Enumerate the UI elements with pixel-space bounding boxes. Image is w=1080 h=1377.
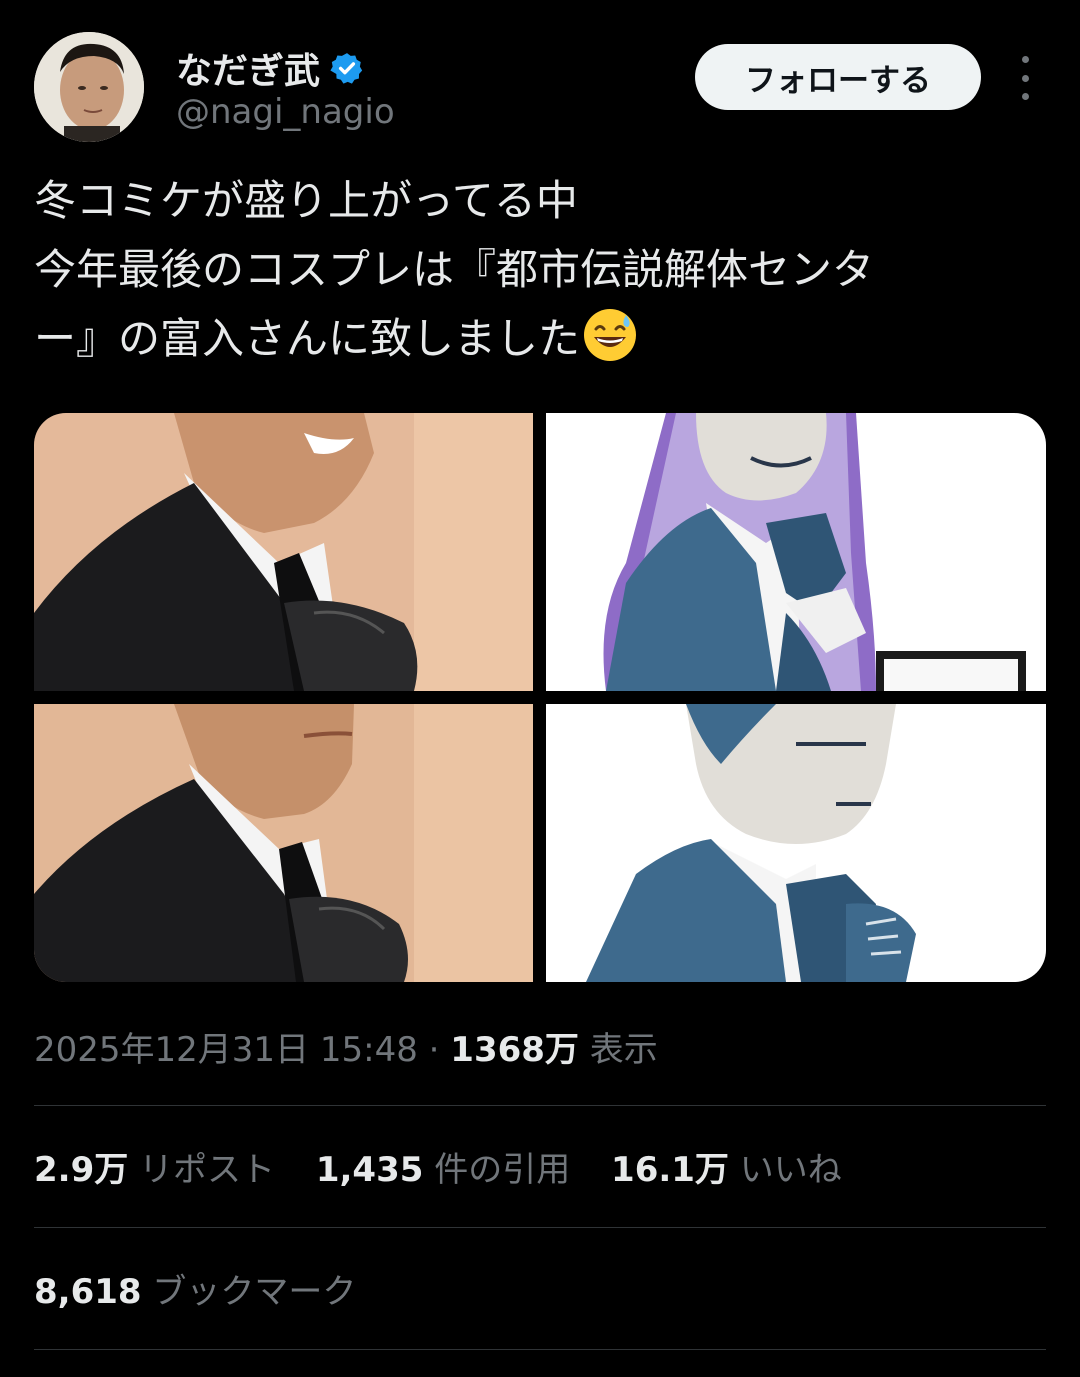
timestamp[interactable]: 2025年12月31日 15:48 — [34, 1030, 418, 1070]
tweet-line-last: ー』の富入さんに致しました — [34, 304, 1039, 373]
reposts-label: リポスト — [139, 1150, 276, 1190]
follow-button[interactable]: フォローする — [695, 44, 981, 110]
author-name-row: なだぎ武 — [176, 42, 364, 94]
reposts-stat[interactable]: 2.9万 リポスト — [34, 1142, 275, 1191]
verified-badge-icon — [330, 51, 364, 85]
tweet-text: 冬コミケが盛り上がってる中 今年最後のコスプレは『都市伝説解体センタ ー』の富入… — [34, 166, 1039, 373]
tweet-line-text: ー』の富入さんに致しました — [34, 314, 581, 363]
reposts-count: 2.9万 — [34, 1150, 129, 1190]
display-name[interactable]: なだぎ武 — [176, 42, 320, 94]
divider — [34, 1349, 1046, 1350]
divider — [34, 1227, 1046, 1228]
tweet-line: 今年最後のコスプレは『都市伝説解体センタ — [34, 245, 875, 294]
views-count: 1368万 — [450, 1030, 579, 1070]
cosplay-photo-serious[interactable] — [34, 704, 533, 982]
pixel-art-character-serious[interactable] — [546, 704, 1046, 982]
grinning-face-with-sweat-icon — [582, 307, 638, 363]
divider — [34, 1105, 1046, 1106]
tweet-meta: 2025年12月31日 15:48 · 1368万 表示 — [34, 1022, 658, 1071]
likes-stat[interactable]: 16.1万 いいね — [611, 1142, 842, 1191]
views-label: 表示 — [589, 1030, 658, 1070]
bookmarks-stat[interactable]: 8,618 ブックマーク — [34, 1264, 356, 1313]
quotes-label: 件の引用 — [434, 1150, 571, 1190]
likes-label: いいね — [739, 1150, 842, 1190]
author-handle[interactable]: @nagi_nagio — [176, 92, 395, 132]
media-grid — [34, 413, 1046, 982]
tweet-header: なだぎ武 @nagi_nagio フォローする — [34, 32, 1046, 144]
pixel-art-character-smiling[interactable] — [546, 413, 1046, 691]
meta-separator: · — [428, 1030, 440, 1070]
tweet-line: 冬コミケが盛り上がってる中 — [34, 176, 578, 225]
bookmarks-count: 8,618 — [34, 1272, 142, 1312]
avatar[interactable] — [34, 32, 144, 142]
engagement-stats: 2.9万 リポスト 1,435 件の引用 16.1万 いいね — [34, 1142, 872, 1191]
cosplay-photo-smiling[interactable] — [34, 413, 533, 691]
bookmarks-label: ブックマーク — [152, 1272, 357, 1312]
quotes-count: 1,435 — [315, 1150, 424, 1190]
likes-count: 16.1万 — [611, 1150, 729, 1190]
quotes-stat[interactable]: 1,435 件の引用 — [316, 1142, 570, 1191]
more-options-icon[interactable] — [1010, 56, 1040, 100]
